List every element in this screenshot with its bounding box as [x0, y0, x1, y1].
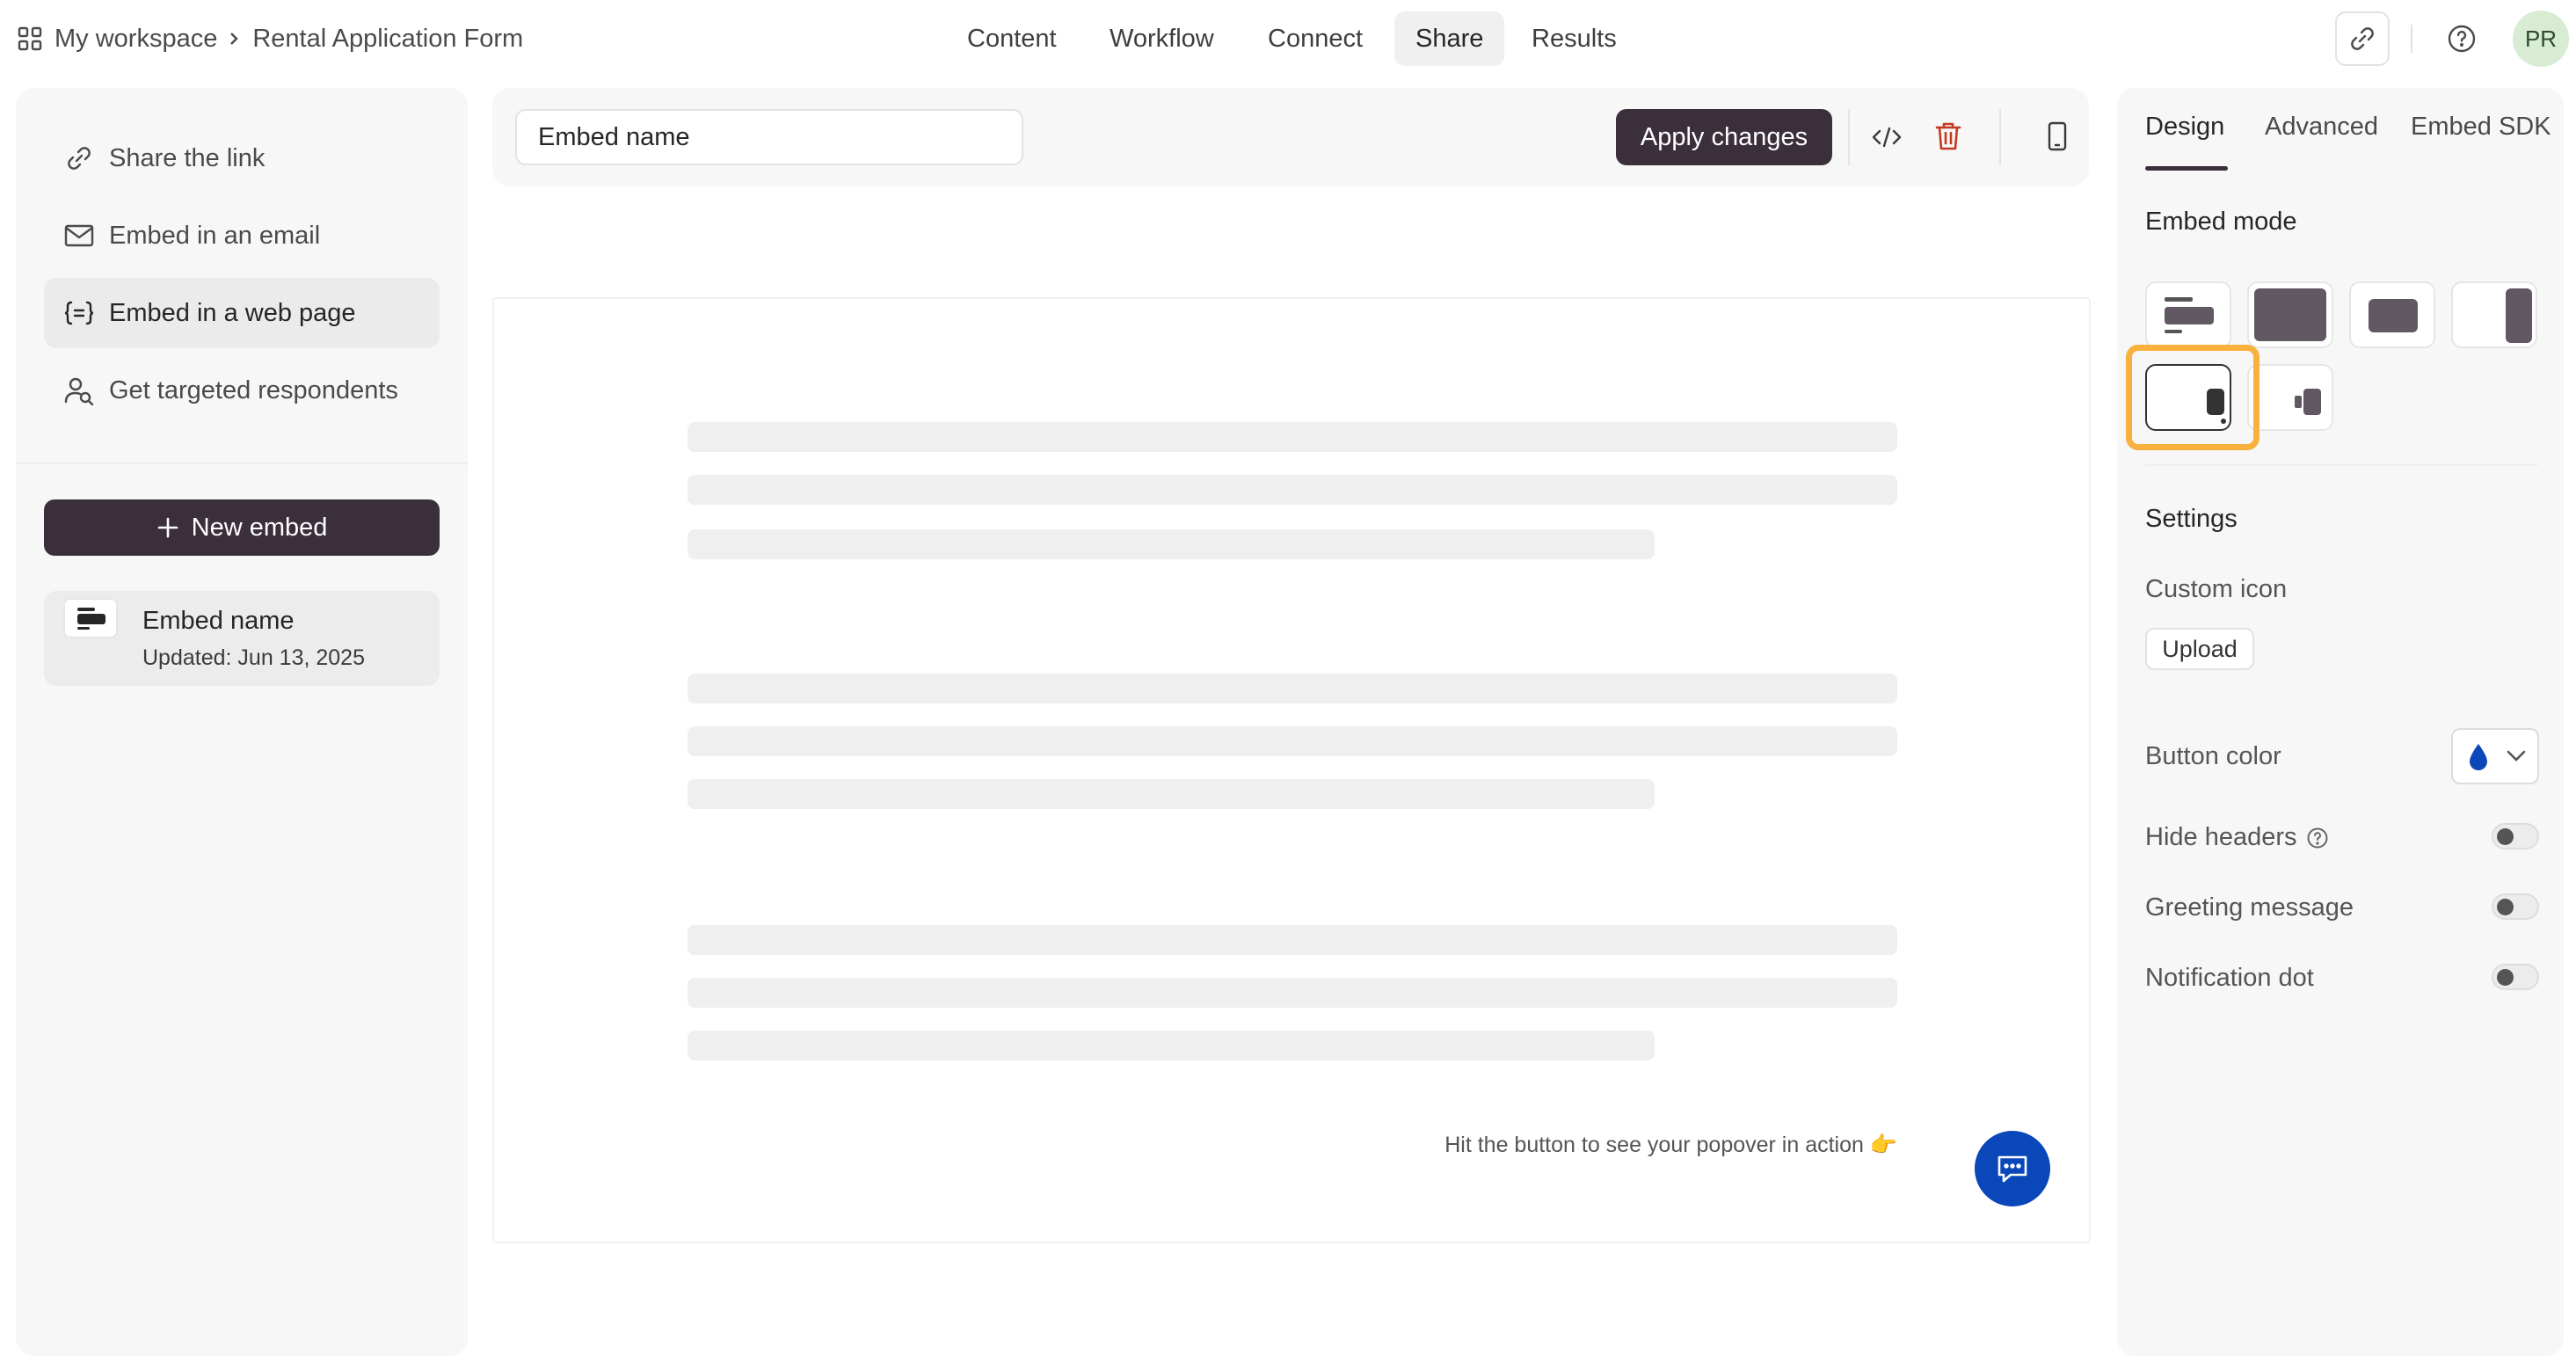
grid-icon[interactable] — [14, 23, 46, 55]
tab-design[interactable]: Design — [2145, 113, 2224, 142]
share-options-panel: Share the link Embed in an email Embed i… — [16, 88, 468, 1356]
person-search-icon — [63, 375, 95, 406]
notification-dot-label: Notification dot — [2145, 964, 2314, 992]
hide-headers-row: Hide headers — [2145, 823, 2329, 852]
new-embed-button[interactable]: New embed — [44, 499, 440, 556]
envelope-icon — [63, 220, 95, 251]
tab-embed-sdk[interactable]: Embed SDK — [2411, 113, 2551, 142]
skeleton-line — [688, 529, 1655, 559]
skeleton-line — [688, 422, 1897, 452]
sidebar-item-targeted-respondents[interactable]: Get targeted respondents — [44, 355, 440, 426]
tab-advanced[interactable]: Advanced — [2265, 113, 2378, 142]
popover-hint: Hit the button to see your popover in ac… — [1444, 1133, 1897, 1157]
tab-connect[interactable]: Connect — [1247, 11, 1384, 66]
tab-share[interactable]: Share — [1394, 11, 1505, 66]
tab-content[interactable]: Content — [946, 11, 1078, 66]
embed-mode-popup[interactable] — [2349, 281, 2435, 348]
settings-title: Settings — [2145, 505, 2238, 533]
hide-headers-toggle[interactable] — [2492, 823, 2539, 849]
custom-icon-label: Custom icon — [2145, 575, 2288, 603]
breadcrumb-form-title[interactable]: Rental Application Form — [252, 25, 523, 54]
sidebar-item-label: Get targeted respondents — [109, 375, 398, 404]
skeleton-line — [688, 475, 1897, 505]
skeleton-line — [688, 1031, 1655, 1060]
embed-mode-slider[interactable] — [2451, 281, 2537, 348]
avatar[interactable]: PR — [2513, 11, 2569, 67]
avatar-initials: PR — [2524, 25, 2558, 52]
tab-workflow[interactable]: Workflow — [1088, 11, 1235, 66]
embed-preview: Hit the button to see your popover in ac… — [492, 297, 2091, 1243]
mobile-preview-icon[interactable] — [2041, 118, 2073, 155]
embed-mode-title: Embed mode — [2145, 208, 2297, 236]
sidebar-item-label: Share the link — [109, 143, 266, 172]
notification-dot-toggle[interactable] — [2492, 964, 2539, 990]
greeting-message-toggle[interactable] — [2492, 893, 2539, 920]
skeleton-line — [688, 779, 1655, 809]
active-tab-indicator — [2145, 166, 2228, 171]
apply-changes-button[interactable]: Apply changes — [1616, 109, 1832, 165]
topbar-divider — [2411, 25, 2412, 53]
skeleton-line — [688, 674, 1897, 703]
droplet-icon — [2467, 742, 2490, 772]
chevron-down-icon — [2506, 749, 2527, 763]
hide-headers-label: Hide headers — [2145, 823, 2297, 851]
info-icon[interactable] — [2306, 827, 2329, 849]
button-color-label: Button color — [2145, 742, 2281, 770]
embed-standard-icon — [63, 598, 118, 638]
breadcrumb-chevron-icon — [228, 30, 240, 47]
toolbar-divider — [1999, 109, 2001, 165]
help-icon[interactable] — [2444, 21, 2479, 56]
embed-list-item[interactable]: Embed name Updated: Jun 13, 2025 — [44, 591, 440, 686]
link-icon — [63, 142, 95, 174]
greeting-message-label: Greeting message — [2145, 893, 2354, 922]
sidebar-item-embed-web-page[interactable]: Embed in a web page — [44, 278, 440, 348]
top-bar: My workspace Rental Application Form Con… — [0, 0, 2576, 77]
sidebar-item-embed-email[interactable]: Embed in an email — [44, 200, 440, 271]
new-embed-label: New embed — [191, 513, 328, 542]
selected-mode-highlight — [2126, 345, 2259, 450]
embed-mode-side-tab[interactable] — [2247, 364, 2333, 431]
delete-icon[interactable] — [1931, 118, 1966, 155]
skeleton-line — [688, 925, 1897, 955]
breadcrumb-workspace[interactable]: My workspace — [55, 25, 217, 54]
copy-link-button[interactable] — [2335, 11, 2390, 66]
toolbar-divider — [1848, 109, 1850, 165]
sidebar-divider — [16, 463, 468, 464]
sidebar-item-label: Embed in a web page — [109, 298, 356, 327]
sidebar-item-label: Embed in an email — [109, 221, 321, 250]
code-icon[interactable] — [1869, 120, 1904, 155]
embed-name-input[interactable] — [515, 109, 1023, 165]
panel-divider — [2145, 464, 2537, 466]
chat-icon — [1995, 1152, 2030, 1185]
plus-icon — [156, 516, 179, 539]
breadcrumb: My workspace Rental Application Form — [55, 21, 523, 56]
design-panel: Design Advanced Embed SDK Embed mode Set… — [2117, 88, 2564, 1356]
sidebar-item-share-link[interactable]: Share the link — [44, 123, 440, 193]
embed-item-name: Embed name — [142, 607, 295, 635]
link-icon — [2348, 25, 2376, 53]
embed-mode-full-page[interactable] — [2247, 281, 2333, 348]
tab-results[interactable]: Results — [1510, 11, 1638, 66]
embed-toolbar: Apply changes — [492, 88, 2089, 186]
embed-code-icon — [63, 297, 95, 329]
popover-launcher-button[interactable] — [1975, 1131, 2050, 1206]
skeleton-line — [688, 726, 1897, 756]
embed-mode-standard[interactable] — [2145, 281, 2231, 348]
skeleton-line — [688, 978, 1897, 1008]
button-color-select[interactable] — [2451, 728, 2539, 784]
embed-item-updated: Updated: Jun 13, 2025 — [142, 645, 365, 670]
upload-button[interactable]: Upload — [2145, 628, 2254, 670]
